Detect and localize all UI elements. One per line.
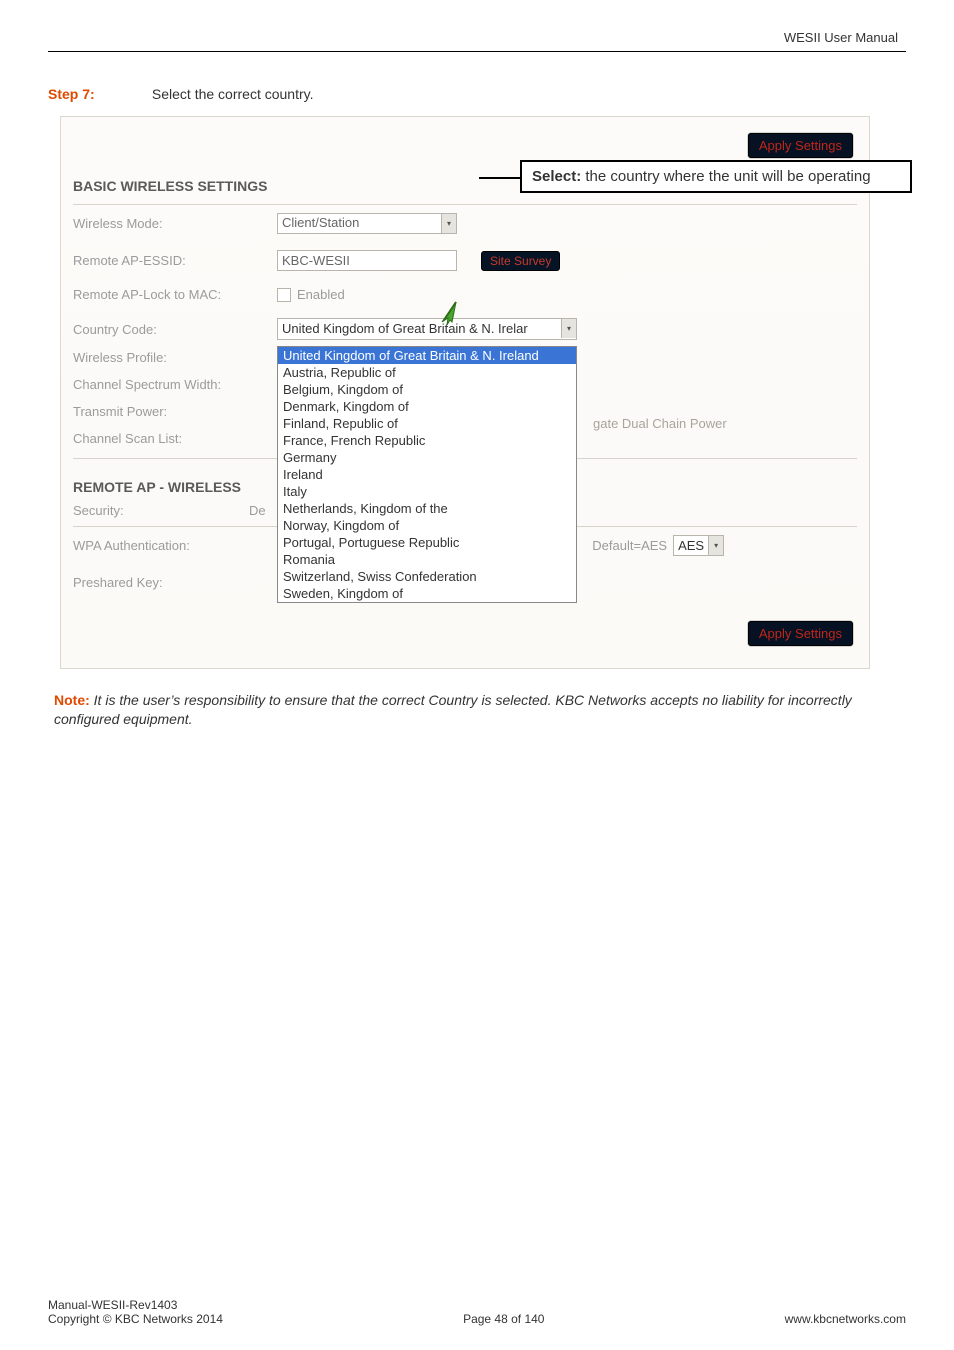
apply-settings-button-bottom[interactable]: Apply Settings [748,621,853,646]
country-option[interactable]: France, French Republic [278,432,576,449]
section-remote-ap-title: REMOTE AP - WIRELESS [73,479,241,495]
country-option[interactable]: United Kingdom of Great Britain & N. Ire… [278,347,576,364]
chevron-down-icon: ▾ [441,214,456,233]
security-prefix-text: De [249,503,266,518]
country-option[interactable]: Austria, Republic of [278,364,576,381]
step-row: Step 7: Select the correct country. [48,86,906,102]
label-channel-scan: Channel Scan List: [73,431,277,446]
settings-panel: Apply Settings BASIC WIRELESS SETTINGS W… [60,116,870,669]
callout-text: the country where the unit will be opera… [585,168,870,185]
country-option[interactable]: Finland, Republic of [278,415,576,432]
cipher-type-value: AES [674,538,708,553]
chevron-down-icon: ▾ [561,319,576,338]
lock-mac-checkbox[interactable] [277,288,291,302]
label-country-code: Country Code: [73,322,277,337]
country-option[interactable]: Norway, Kingdom of [278,517,576,534]
footer-manual-id: Manual-WESII-Rev1403 [48,1298,223,1312]
label-wireless-mode: Wireless Mode: [73,216,277,231]
apply-settings-button-top[interactable]: Apply Settings [748,133,853,158]
row-remote-essid: Remote AP-ESSID: Site Survey [73,242,857,279]
step-text: Select the correct country. [152,86,314,102]
callout-connector [479,177,522,179]
label-channel-spectrum: Channel Spectrum Width: [73,377,277,392]
callout-box: Select: the country where the unit will … [520,160,912,193]
row-wireless-mode: Wireless Mode: Client/Station ▾ [73,205,857,242]
cipher-type-select[interactable]: AES ▾ [673,535,724,556]
note-label: Note: [54,692,90,708]
label-wireless-profile: Wireless Profile: [73,350,277,365]
label-wpa-auth: WPA Authentication: [73,538,277,553]
wireless-mode-select[interactable]: Client/Station ▾ [277,213,457,234]
cipher-default-text: Default=AES [592,538,667,553]
country-option[interactable]: Switzerland, Swiss Confederation [278,568,576,585]
page-footer: Manual-WESII-Rev1403 Copyright © KBC Net… [48,1298,906,1326]
site-survey-button[interactable]: Site Survey [481,251,560,271]
country-option[interactable]: Belgium, Kingdom of [278,381,576,398]
label-lock-mac: Remote AP-Lock to MAC: [73,287,277,302]
country-code-value: United Kingdom of Great Britain & N. Ire… [278,319,561,339]
label-transmit-power: Transmit Power: [73,404,277,419]
note-text: It is the user’s responsibility to ensur… [54,692,852,727]
country-option[interactable]: Netherlands, Kingdom of the [278,500,576,517]
footer-copyright: Copyright © KBC Networks 2014 [48,1312,223,1326]
footer-page-number: Page 48 of 140 [463,1312,544,1326]
doc-title: WESII User Manual [48,30,906,49]
country-code-dropdown[interactable]: United Kingdom of Great Britain & N. Ire… [277,346,577,603]
country-option[interactable]: Sweden, Kingdom of [278,585,576,602]
label-preshared-key: Preshared Key: [73,575,277,590]
country-option[interactable]: Portugal, Portuguese Republic [278,534,576,551]
country-code-select[interactable]: United Kingdom of Great Britain & N. Ire… [277,318,577,340]
country-option[interactable]: Germany [278,449,576,466]
note-paragraph: Note: It is the user’s responsibility to… [48,691,906,729]
label-security: Security: [73,503,277,518]
chevron-down-icon: ▾ [708,536,723,555]
country-option[interactable]: Italy [278,483,576,500]
step-label: Step 7: [48,86,120,102]
row-lock-mac: Remote AP-Lock to MAC: Enabled [73,279,857,310]
lock-mac-checkbox-label: Enabled [297,287,345,302]
callout-prefix: Select: [532,168,581,185]
footer-url: www.kbcnetworks.com [785,1312,906,1326]
remote-essid-input[interactable] [277,250,457,271]
country-option[interactable]: Denmark, Kingdom of [278,398,576,415]
label-remote-essid: Remote AP-ESSID: [73,253,277,268]
country-option[interactable]: Romania [278,551,576,568]
wireless-mode-value: Client/Station [278,214,441,233]
country-option[interactable]: Ireland [278,466,576,483]
row-country-code: Country Code: United Kingdom of Great Br… [73,310,857,344]
